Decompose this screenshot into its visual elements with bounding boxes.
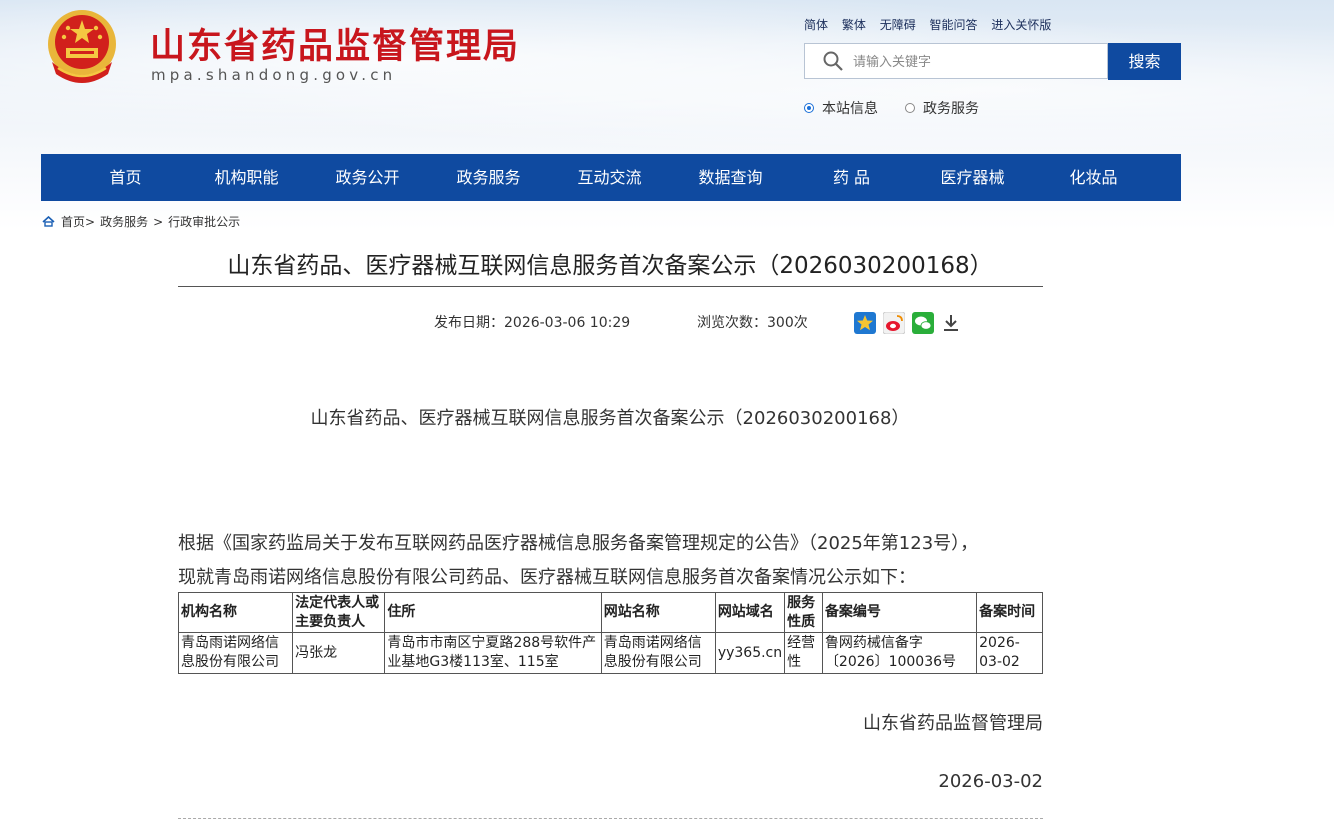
scope-gov-service-label: 政务服务: [923, 101, 979, 117]
table-header: 住所: [384, 592, 602, 633]
weibo-icon[interactable]: [883, 312, 905, 334]
table-header: 法定代表人或主要负责人: [292, 592, 386, 633]
radio-checked-icon[interactable]: [804, 103, 814, 113]
toplink-smart-qa[interactable]: 智能问答: [930, 18, 978, 32]
site-title: 山东省药品监督管理局: [150, 26, 521, 67]
signature: 山东省药品监督管理局: [863, 713, 1043, 734]
scope-gov-service-option[interactable]: 政务服务: [905, 98, 979, 118]
home-icon: [42, 216, 55, 227]
bottom-divider: [178, 818, 1043, 819]
table-cell: 青岛市市南区宁夏路288号软件产业基地G3楼113室、115室: [384, 632, 602, 674]
table-cell: 青岛雨诺网络信息股份有限公司: [600, 632, 716, 674]
table-header: 网站域名: [714, 592, 786, 633]
filing-table: 机构名称 法定代表人或主要负责人 住所 网站名称 网站域名 服务性质 备案编号 …: [177, 592, 1043, 674]
toplink-simplified[interactable]: 简体: [804, 18, 828, 32]
nav-medical-devices[interactable]: 医疗器械: [912, 154, 1033, 201]
table-header: 服务性质: [784, 592, 823, 633]
title-divider: [178, 286, 1043, 287]
body-title: 山东省药品、医疗器械互联网信息服务首次备案公示（2026030200168）: [310, 408, 910, 429]
body-paragraph-2: 现就青岛雨诺网络信息股份有限公司药品、医疗器械互联网信息服务首次备案情况公示如下…: [178, 567, 916, 588]
article-title: 山东省药品、医疗器械互联网信息服务首次备案公示（2026030200168）: [227, 253, 993, 279]
table-header: 网站名称: [600, 592, 716, 633]
favorite-icon[interactable]: [854, 312, 876, 334]
table-cell: 鲁网药械信备字〔2026〕100036号: [821, 632, 978, 674]
nav-interaction[interactable]: 互动交流: [549, 154, 670, 201]
table-cell: 2026-03-02: [976, 632, 1043, 674]
table-header: 备案时间: [976, 592, 1043, 633]
site-domain: mpa.shandong.gov.cn: [151, 66, 397, 84]
breadcrumb-separator: >: [85, 214, 96, 229]
national-emblem-icon: [48, 10, 116, 83]
breadcrumb-approval-notice[interactable]: 行政审批公示: [168, 213, 240, 230]
breadcrumb: 首页 > 政务服务 > 行政审批公示: [42, 213, 245, 230]
nav-drugs[interactable]: 药 品: [791, 154, 912, 201]
breadcrumb-home[interactable]: 首页: [61, 213, 85, 230]
toplink-accessibility[interactable]: 无障碍: [880, 18, 916, 32]
nav-cosmetics[interactable]: 化妆品: [1033, 154, 1154, 201]
signature-date: 2026-03-02: [938, 771, 1043, 792]
nav-data-query[interactable]: 数据查询: [670, 154, 791, 201]
table-header: 机构名称: [177, 592, 294, 633]
table-cell: yy365.cn: [714, 632, 786, 674]
nav-organization[interactable]: 机构职能: [186, 154, 307, 201]
search-button[interactable]: 搜索: [1108, 43, 1181, 80]
toplink-care-mode[interactable]: 进入关怀版: [991, 18, 1051, 32]
top-links: 简体 繁体 无障碍 智能问答 进入关怀版: [804, 16, 1061, 33]
table-cell: 青岛雨诺网络信息股份有限公司: [177, 632, 294, 674]
table-header-row: 机构名称 法定代表人或主要负责人 住所 网站名称 网站域名 服务性质 备案编号 …: [177, 592, 1043, 633]
table-header: 备案编号: [821, 592, 978, 633]
toplink-traditional[interactable]: 繁体: [842, 18, 866, 32]
radio-unchecked-icon[interactable]: [905, 103, 915, 113]
search-box: [804, 43, 1108, 79]
breadcrumb-separator: >: [153, 214, 164, 229]
download-icon[interactable]: [940, 312, 962, 334]
scope-site-option[interactable]: 本站信息: [804, 98, 878, 118]
nav-gov-service[interactable]: 政务服务: [428, 154, 549, 201]
nav-gov-affairs[interactable]: 政务公开: [307, 154, 428, 201]
breadcrumb-gov-service[interactable]: 政务服务: [100, 213, 148, 230]
wechat-icon[interactable]: [912, 312, 934, 334]
search-icon: [823, 51, 843, 71]
main-nav: 首页 机构职能 政务公开 政务服务 互动交流 数据查询 药 品 医疗器械 化妆品: [41, 154, 1181, 201]
publish-date: 发布日期：2026-03-06 10:29: [434, 315, 631, 331]
table-cell: 经营性: [784, 632, 823, 674]
nav-home[interactable]: 首页: [65, 154, 186, 201]
table-row: 青岛雨诺网络信息股份有限公司 冯张龙 青岛市市南区宁夏路288号软件产业基地G3…: [177, 632, 1043, 674]
search-input[interactable]: [851, 50, 1105, 74]
scope-site-label: 本站信息: [822, 101, 878, 117]
body-paragraph-1: 根据《国家药监局关于发布互联网药品医疗器械信息服务备案管理规定的公告》（2025…: [178, 533, 979, 554]
view-count: 浏览次数：300次: [697, 315, 808, 331]
table-cell: 冯张龙: [292, 632, 386, 674]
